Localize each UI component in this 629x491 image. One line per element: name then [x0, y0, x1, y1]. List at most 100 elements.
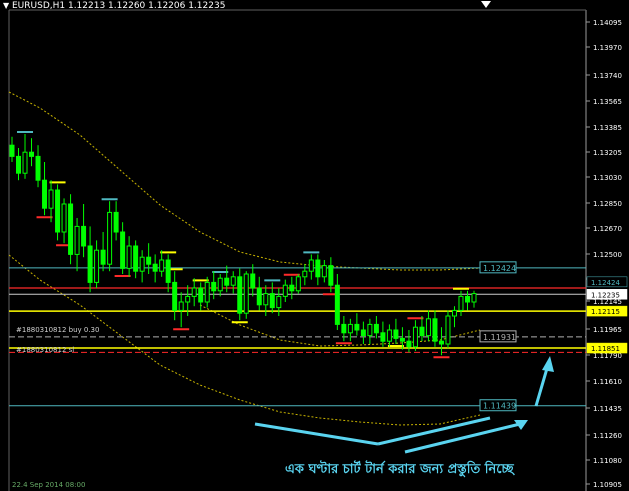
candle-body	[55, 189, 61, 233]
axis-price-label-level_highlight: 1.11851	[591, 345, 620, 353]
candle-body	[380, 332, 386, 342]
candle-body	[42, 179, 48, 209]
candle	[55, 184, 61, 241]
price-tick-label: 1.11080	[593, 457, 622, 465]
candle-body	[269, 293, 275, 309]
candle-body	[386, 329, 392, 342]
candle-body	[81, 225, 87, 247]
price-tick-label: 1.13385	[593, 124, 622, 132]
candle-body	[159, 259, 165, 272]
candle-body	[9, 144, 15, 157]
candle-body	[412, 326, 418, 348]
candle-body	[126, 245, 132, 269]
candle-body	[399, 337, 405, 342]
candle-body	[146, 256, 152, 265]
level-box-cyan-bottom-label: 1.11439	[483, 402, 516, 411]
candle-body	[107, 211, 113, 265]
price-tick-label: 1.13970	[593, 44, 622, 52]
candle-body	[406, 340, 412, 348]
candle-body	[68, 203, 74, 255]
candle-body	[113, 211, 119, 233]
candle-body	[35, 155, 41, 181]
candle	[445, 310, 451, 349]
price-tick-label: 1.11965	[593, 326, 622, 334]
price-tick-label: 1.13205	[593, 149, 622, 157]
price-tick-label: 1.14095	[593, 19, 622, 27]
candle-body	[198, 287, 204, 303]
candle-body	[308, 259, 314, 272]
collapse-arrow-icon[interactable]	[480, 0, 492, 10]
price-tick-label: 1.11610	[593, 378, 622, 386]
candle-body	[243, 273, 249, 314]
candle-body	[464, 295, 470, 303]
candle-body	[341, 323, 347, 334]
axis-price-label-current_price: 1.12235	[591, 291, 620, 299]
annotation-caption: এক ঘণ্টার চার্ট টার্ন করার জন্য প্রস্তুত…	[285, 459, 515, 478]
candle-body	[237, 276, 243, 314]
price-tick-label: 1.10905	[593, 481, 622, 489]
candle-body	[393, 329, 399, 339]
buy-order-label: #1880310812 buy 0.30	[16, 326, 99, 334]
candle-body	[48, 189, 54, 209]
candle-body	[250, 273, 256, 289]
candle-body	[360, 329, 366, 337]
candle-body	[217, 277, 223, 292]
candle-body	[263, 293, 269, 306]
candle-body	[289, 284, 295, 292]
axis-price-label-level_yellow: 1.12115	[591, 308, 620, 316]
candle-body	[211, 281, 217, 292]
candle-body	[94, 249, 100, 283]
candle	[295, 274, 301, 294]
candle-body	[315, 259, 321, 278]
candle-body	[438, 340, 444, 345]
dropdown-arrow-icon[interactable]: ▼	[3, 1, 9, 10]
level-box-dash-label: 1.11931	[483, 333, 516, 342]
price-tick-label: 1.11435	[593, 405, 622, 413]
candle-body	[16, 155, 22, 174]
candle	[68, 194, 74, 265]
candle-body	[61, 203, 67, 233]
time-axis-label: 22.4 Sep 2014 08:00	[12, 481, 85, 489]
candle-body	[256, 287, 262, 306]
price-tick-label: 1.13565	[593, 98, 622, 106]
candle-body	[172, 281, 178, 311]
candle-body	[87, 245, 93, 283]
candle-body	[419, 326, 425, 337]
candle-body	[185, 295, 191, 303]
candle-body	[347, 323, 353, 334]
candle-body	[165, 259, 171, 283]
candle-body	[334, 284, 340, 325]
candle-body	[204, 281, 210, 303]
candle-body	[354, 323, 360, 331]
price-tick-label: 1.12670	[593, 225, 622, 233]
candle-body	[432, 318, 438, 342]
price-tick-label: 1.12500	[593, 251, 622, 259]
price-tick-label: 1.13740	[593, 72, 622, 80]
candle-body	[302, 270, 308, 278]
candle-body	[191, 287, 197, 297]
candle-body	[373, 323, 379, 334]
stop-loss-label: #1880310812 sl	[16, 346, 74, 354]
candle-body	[178, 301, 184, 311]
chart-title-bar: ▼ EURUSD,H1 1.12213 1.12260 1.12206 1.12…	[0, 0, 629, 14]
candle-body	[321, 265, 327, 278]
candle-body	[133, 245, 139, 272]
candle-body	[139, 256, 145, 272]
price-tick-label: 1.13030	[593, 174, 622, 182]
axis-price-label-level_cyan_top: 1.12424	[591, 279, 620, 287]
candle-body	[22, 151, 28, 174]
candle-body	[276, 295, 282, 309]
candle-body	[425, 318, 431, 337]
price-chart[interactable]: 1.12424 1.11931 1.11439 #1880310812 buy 0.3…	[0, 0, 629, 491]
candle-body	[120, 231, 126, 269]
candle-body	[367, 323, 373, 337]
candle-body	[295, 276, 301, 292]
price-tick-label: 1.11260	[593, 432, 622, 440]
candle-body	[458, 295, 464, 311]
candle-body	[230, 276, 236, 286]
candle-body	[445, 315, 451, 345]
candle-body	[29, 151, 35, 157]
candle-body	[471, 293, 477, 303]
chart-symbol-title: EURUSD,H1 1.12213 1.12260 1.12206 1.1223…	[12, 1, 226, 11]
level-box-cyan-top-label: 1.12424	[483, 264, 516, 273]
